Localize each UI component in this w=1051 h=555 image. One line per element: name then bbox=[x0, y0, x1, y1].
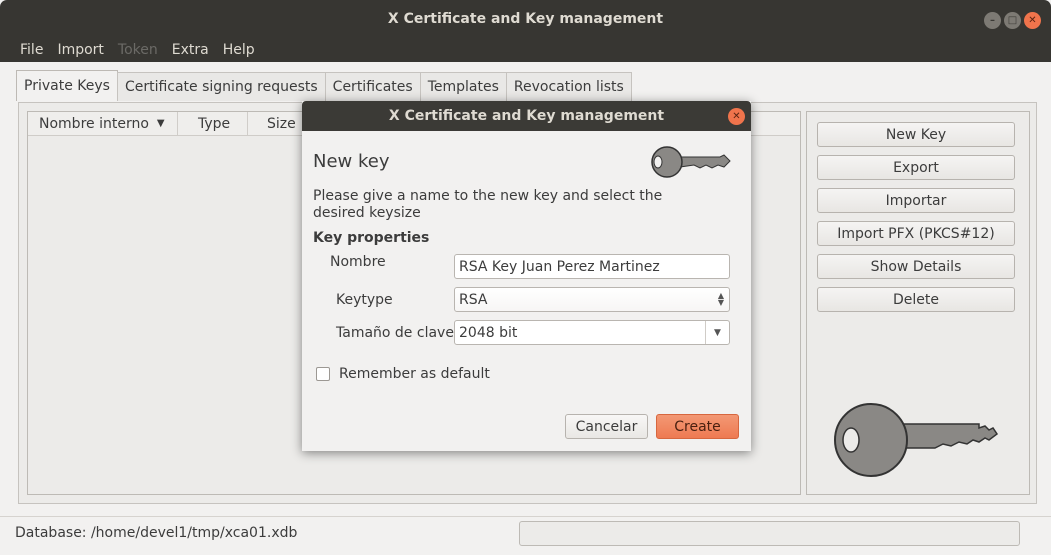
tab-bar: Private Keys Certificate signing request… bbox=[16, 70, 632, 101]
statusbar: Database: /home/devel1/tmp/xca01.xdb bbox=[0, 516, 1051, 555]
tab-revocation-lists[interactable]: Revocation lists bbox=[505, 72, 632, 101]
column-label: Size bbox=[267, 115, 296, 132]
maximize-icon[interactable]: □ bbox=[1004, 12, 1021, 29]
key-name-value: RSA Key Juan Perez Martinez bbox=[459, 258, 660, 275]
show-details-button[interactable]: Show Details bbox=[817, 254, 1015, 279]
tab-csr[interactable]: Certificate signing requests bbox=[116, 72, 326, 101]
database-path: Database: /home/devel1/tmp/xca01.xdb bbox=[15, 525, 298, 541]
new-key-dialog: X Certificate and Key management ✕ New k… bbox=[302, 101, 751, 451]
progress-bar bbox=[519, 521, 1020, 546]
window-titlebar: X Certificate and Key management – □ ✕ bbox=[0, 0, 1051, 38]
keysize-value: 2048 bit bbox=[459, 324, 518, 341]
export-button[interactable]: Export bbox=[817, 155, 1015, 180]
new-key-button[interactable]: New Key bbox=[817, 122, 1015, 147]
chevron-down-icon[interactable]: ▼ bbox=[705, 321, 729, 344]
menu-help[interactable]: Help bbox=[223, 42, 255, 58]
create-button[interactable]: Create bbox=[656, 414, 739, 439]
menu-token: Token bbox=[117, 42, 158, 58]
minimize-icon[interactable]: – bbox=[984, 12, 1001, 29]
spin-arrows-icon: ▲ ▼ bbox=[717, 291, 724, 307]
column-header-size[interactable]: Size bbox=[248, 112, 308, 135]
cancel-button[interactable]: Cancelar bbox=[565, 414, 648, 439]
dialog-description: Please give a name to the new key and se… bbox=[313, 188, 663, 221]
keysize-label: Tamaño de clave bbox=[336, 325, 454, 341]
dialog-titlebar: X Certificate and Key management ✕ bbox=[302, 101, 751, 131]
sort-down-icon: ▼ bbox=[156, 118, 165, 129]
tab-private-keys[interactable]: Private Keys bbox=[16, 70, 118, 101]
keytype-label: Keytype bbox=[336, 292, 393, 308]
column-label: Nombre interno bbox=[39, 115, 149, 132]
delete-button[interactable]: Delete bbox=[817, 287, 1015, 312]
column-label: Type bbox=[198, 115, 231, 132]
column-header-type[interactable]: Type bbox=[178, 112, 248, 135]
key-name-input[interactable]: RSA Key Juan Perez Martinez bbox=[454, 254, 730, 279]
import-button[interactable]: Importar bbox=[817, 188, 1015, 213]
key-properties-heading: Key properties bbox=[313, 230, 430, 246]
menu-extra[interactable]: Extra bbox=[172, 42, 209, 58]
remember-default-label: Remember as default bbox=[339, 366, 490, 382]
remember-default-checkbox[interactable] bbox=[316, 367, 330, 381]
key-icon bbox=[651, 146, 731, 178]
name-label: Nombre bbox=[330, 254, 386, 270]
dialog-heading: New key bbox=[313, 151, 390, 172]
menu-import[interactable]: Import bbox=[57, 42, 103, 58]
keytype-value: RSA bbox=[459, 291, 488, 308]
dialog-close-icon[interactable]: ✕ bbox=[728, 108, 745, 125]
window-controls: – □ ✕ bbox=[984, 12, 1041, 29]
action-buttons-panel: New Key Export Importar Import PFX (PKCS… bbox=[806, 111, 1030, 495]
menu-file[interactable]: File bbox=[20, 42, 43, 58]
import-pfx-button[interactable]: Import PFX (PKCS#12) bbox=[817, 221, 1015, 246]
keytype-select[interactable]: RSA ▲ ▼ bbox=[454, 287, 730, 312]
menubar: File Import Token Extra Help bbox=[0, 38, 1051, 62]
column-header-name[interactable]: Nombre interno ▼ bbox=[28, 112, 178, 135]
tab-certificates[interactable]: Certificates bbox=[324, 72, 421, 101]
key-logo-icon bbox=[834, 403, 999, 477]
close-icon[interactable]: ✕ bbox=[1024, 12, 1041, 29]
tab-templates[interactable]: Templates bbox=[419, 72, 507, 101]
window-title: X Certificate and Key management bbox=[387, 11, 664, 27]
remember-default-row[interactable]: Remember as default bbox=[316, 366, 490, 382]
dialog-title: X Certificate and Key management bbox=[388, 108, 665, 124]
keysize-combobox[interactable]: 2048 bit ▼ bbox=[454, 320, 730, 345]
